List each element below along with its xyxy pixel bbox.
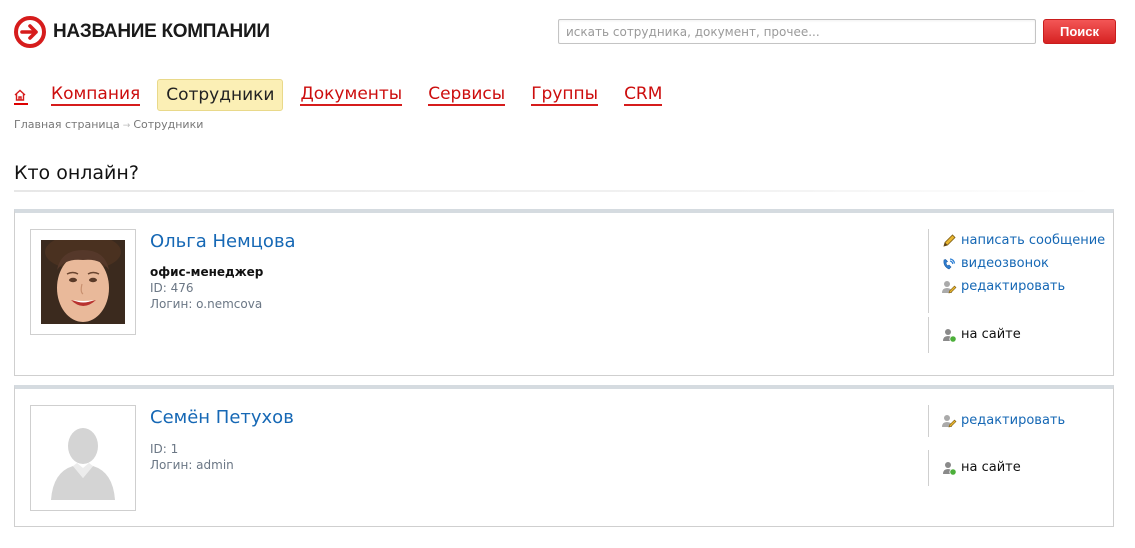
employee-name[interactable]: Семён Петухов <box>150 407 294 428</box>
employee-card: Ольга Немцова офис-менеджер ID: 476 Логи… <box>14 209 1114 376</box>
user-online-icon <box>943 461 957 476</box>
nav-item-crm[interactable]: CRM <box>624 84 663 106</box>
employee-photo <box>41 240 125 324</box>
edit-label: редактировать <box>961 413 1066 428</box>
breadcrumb-home[interactable]: Главная страница <box>14 118 120 131</box>
employee-status-box: на сайте <box>928 450 1021 486</box>
page-title: Кто онлайн? <box>14 162 139 184</box>
employee-status-box: на сайте <box>928 317 1021 353</box>
edit-link[interactable]: редактировать <box>941 275 1105 298</box>
arrow-circle-icon <box>14 16 46 48</box>
pencil-icon <box>943 233 956 247</box>
home-icon <box>14 89 26 101</box>
company-logo[interactable]: НАЗВАНИЕ КОМПАНИИ <box>14 16 270 48</box>
nav-item-documents[interactable]: Документы <box>300 84 403 106</box>
edit-label: редактировать <box>961 279 1066 294</box>
search-button[interactable]: Поиск <box>1043 19 1116 44</box>
video-call-label: видеозвонок <box>961 256 1049 271</box>
employee-login: Логин: admin <box>150 458 234 472</box>
search-input[interactable] <box>558 19 1036 44</box>
breadcrumb: Главная страница → Сотрудники <box>14 118 203 131</box>
default-avatar-icon <box>51 428 115 500</box>
video-call-link[interactable]: видеозвонок <box>941 252 1105 275</box>
employee-avatar[interactable] <box>30 405 136 511</box>
employee-actions: написать сообщение видеозвонок редактиро… <box>928 229 1105 313</box>
send-message-link[interactable]: написать сообщение <box>941 229 1105 252</box>
employee-login: Логин: o.nemcova <box>150 297 263 311</box>
nav-item-employees[interactable]: Сотрудники <box>157 79 284 111</box>
title-divider <box>14 190 1094 192</box>
nav-item-company[interactable]: Компания <box>51 84 141 106</box>
employee-id: ID: 1 <box>150 442 179 456</box>
edit-link[interactable]: редактировать <box>941 409 1065 432</box>
phone-icon <box>943 257 956 269</box>
nav-home[interactable] <box>14 85 28 105</box>
edit-user-icon <box>942 280 957 293</box>
online-status-label: на сайте <box>961 327 1021 342</box>
employee-position: офис-менеджер <box>150 265 264 279</box>
employee-actions: редактировать <box>928 405 1065 437</box>
online-status: на сайте <box>941 323 1021 346</box>
nav-item-groups[interactable]: Группы <box>531 84 599 106</box>
edit-user-icon <box>942 414 957 427</box>
employee-card: Семён Петухов ID: 1 Логин: admin редакти… <box>14 385 1114 527</box>
nav-item-services[interactable]: Сервисы <box>428 84 506 106</box>
breadcrumb-employees[interactable]: Сотрудники <box>133 118 203 131</box>
main-nav: Компания Сотрудники Документы Сервисы Гр… <box>14 78 688 112</box>
employee-avatar[interactable] <box>30 229 136 335</box>
online-status: на сайте <box>941 456 1021 479</box>
user-online-icon <box>943 328 957 343</box>
send-message-label: написать сообщение <box>961 233 1106 248</box>
employee-name[interactable]: Ольга Немцова <box>150 231 296 252</box>
breadcrumb-separator: → <box>122 121 131 131</box>
company-name: НАЗВАНИЕ КОМПАНИИ <box>53 21 270 42</box>
online-status-label: на сайте <box>961 460 1021 475</box>
employee-id: ID: 476 <box>150 281 194 295</box>
